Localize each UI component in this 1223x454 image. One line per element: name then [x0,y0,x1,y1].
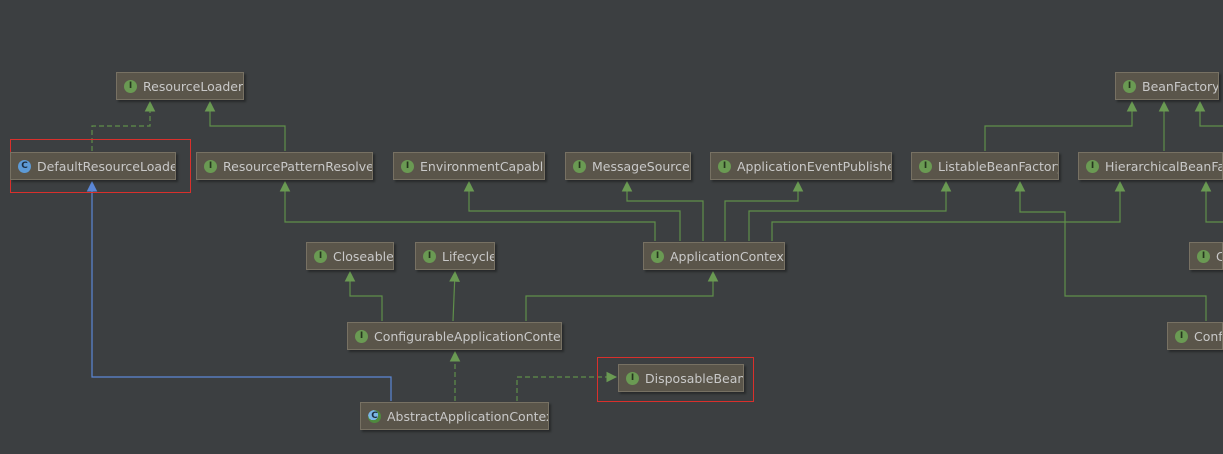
edge-config-listablebeanfactory [1014,180,1207,321]
node-disposablebean[interactable]: I DisposableBean [618,364,744,392]
node-lifecycle[interactable]: I Lifecycle [415,242,495,270]
node-applicationcontext[interactable]: I ApplicationContext [643,242,785,270]
node-label: ResourcePatternResolver [223,158,373,174]
node-label: Config [1194,328,1223,344]
edge-resourcepatternresolver-resourceloader [204,100,286,151]
interface-icon: I [626,371,639,385]
node-resourceloader[interactable]: I ResourceLoader [116,72,244,100]
edge-offscreen-beanfactory [1194,100,1223,127]
node-configurableapplicationcontext[interactable]: I ConfigurableApplicationContext [347,322,562,350]
edge-applicationcontext-listablebeanfactory [748,180,952,241]
interface-icon: I [1086,159,1099,173]
edge-configurableapplicationcontext-applicationcontext [525,270,719,321]
node-label: ListableBeanFactory [938,158,1059,174]
edge-configurableapplicationcontext-lifecycle [449,270,460,322]
interface-icon: I [1123,79,1136,93]
node-label: AbstractApplicationContext [387,408,549,424]
node-label: ConfigurableApplicationContext [374,328,562,344]
edge-listablebeanfactory-beanfactory [984,100,1138,151]
interface-icon: I [401,159,414,173]
interface-icon: I [1197,249,1210,263]
node-label: EnvironmentCapable [420,158,545,174]
interface-icon: I [124,79,137,93]
edge-abstractapplicationcontext-defaultresourceloader [86,180,392,401]
interface-icon: I [314,249,327,263]
node-applicationeventpublisher[interactable]: I ApplicationEventPublisher [710,152,892,180]
node-label: ResourceLoader [143,78,244,94]
node-label: DisposableBean [645,370,744,386]
edge-applicationcontext-environmentcapable [463,180,681,241]
node-label: Lifecycle [442,248,495,264]
node-abstractapplicationcontext[interactable]: C AbstractApplicationContext [360,402,549,430]
interface-icon: I [1175,329,1188,343]
node-config-partial[interactable]: I Config [1167,322,1223,350]
node-c-partial[interactable]: I C [1189,242,1223,270]
node-beanfactory[interactable]: I BeanFactory [1115,72,1219,100]
node-resourcepatternresolver[interactable]: I ResourcePatternResolver [196,152,373,180]
abstract-class-icon: C [368,409,381,423]
node-defaultresourceloader[interactable]: C DefaultResourceLoader [10,152,176,180]
interface-icon: I [355,329,368,343]
edge-offscreen-hierarchicalbeanfactory [1200,180,1223,223]
interface-icon: I [651,249,664,263]
node-label: DefaultResourceLoader [37,158,176,174]
interface-icon: I [718,159,731,173]
interface-icon: I [423,249,436,263]
node-label: C [1216,249,1222,264]
interface-icon: I [204,159,217,173]
edge-configurableapplicationcontext-closeable [344,270,383,321]
interface-icon: I [919,159,932,173]
node-label: BeanFactory [1142,78,1219,94]
interface-icon: I [573,159,586,173]
node-environmentcapable[interactable]: I EnvironmentCapable [393,152,545,180]
node-label: HierarchicalBeanFactory [1105,158,1222,174]
node-closeable[interactable]: I Closeable [306,242,394,270]
node-label: ApplicationEventPublisher [737,158,892,174]
node-label: Closeable [333,248,394,264]
node-messagesource[interactable]: I MessageSource [565,152,691,180]
node-label: ApplicationContext [670,248,785,264]
node-listablebeanfactory[interactable]: I ListableBeanFactory [911,152,1059,180]
class-icon: C [18,159,31,173]
node-hierarchicalbeanfactory[interactable]: I HierarchicalBeanFactory [1078,152,1223,180]
diagram-canvas: I ResourceLoader C DefaultResourceLoader… [0,0,1223,454]
node-label: MessageSource [592,158,690,174]
